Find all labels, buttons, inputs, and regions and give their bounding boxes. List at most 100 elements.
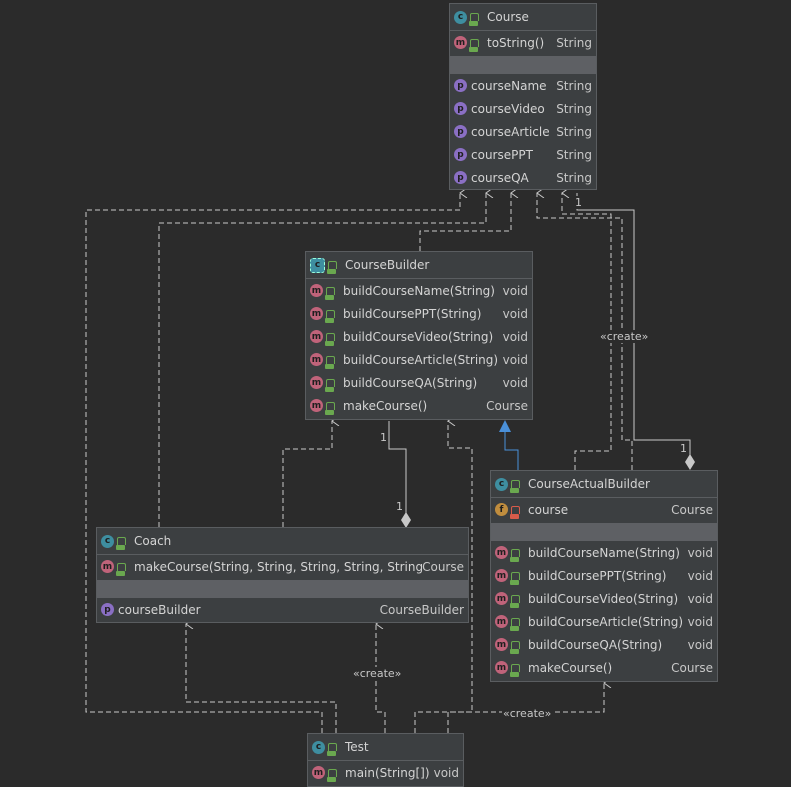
method-icon: m [310,330,323,343]
create-label-actual-course: «create» [599,330,650,343]
class-course-actual-builder[interactable]: c CourseActualBuilder f course Course m bui… [490,470,718,682]
method-row[interactable]: m makeCourse() Course [491,656,717,679]
class-icon: c [101,534,114,548]
class-icon: c [454,10,467,24]
public-icon [469,13,479,26]
public-icon [510,548,520,562]
private-lock-icon [510,505,520,519]
field-type: Course [671,502,713,517]
class-course[interactable]: c Course m toString() String p courseName… [449,3,597,190]
method-icon: m [495,569,508,582]
property-row[interactable]: p courseBuilder CourseBuilder [97,598,468,621]
runnable-class-icon: c [312,740,325,754]
method-type: void [687,637,713,652]
property-type: CourseBuilder [379,602,464,617]
method-icon: m [310,399,323,412]
method-icon: m [454,36,467,49]
property-icon: p [101,603,114,616]
method-name: toString() [487,35,545,50]
method-row[interactable]: m makeCourse() Course [306,394,532,417]
class-test[interactable]: c Test m main(String[]) void [307,733,464,787]
class-header-coach[interactable]: c Coach [97,528,468,555]
class-header-course[interactable]: c Course [450,4,596,31]
method-type: void [433,765,459,780]
class-icon: c [495,477,508,491]
property-icon: p [454,102,467,115]
property-type: String [556,101,592,116]
method-icon: m [495,661,508,674]
aggregation-diamond-coach [401,512,411,528]
method-name: buildCourseVideo(String) [528,591,679,606]
method-name: buildCoursePPT(String) [343,306,482,321]
property-row[interactable]: p courseVideo String [450,97,596,120]
edge-builder-course [419,193,511,251]
method-row[interactable]: m buildCourseQA(String) void [491,633,717,656]
method-icon: m [310,307,323,320]
method-type: void [687,545,713,560]
class-header-course-builder[interactable]: c CourseBuilder [306,252,532,279]
property-name: courseVideo [471,101,545,116]
class-header-test[interactable]: c Test [308,734,463,761]
property-icon: p [454,148,467,161]
multiplicity-builder-end: 1 [379,431,388,444]
property-type: String [556,147,592,162]
method-row[interactable]: m buildCourseArticle(String) void [306,348,532,371]
property-name: courseArticle [471,124,550,139]
property-name: courseBuilder [118,602,201,617]
multiplicity-actual-end: 1 [679,442,688,455]
property-name: courseQA [471,170,529,185]
property-type: String [556,124,592,139]
property-name: courseName [471,78,547,93]
method-row[interactable]: m buildCourseQA(String) void [306,371,532,394]
class-header-course-actual-builder[interactable]: c CourseActualBuilder [491,471,717,498]
method-row[interactable]: m buildCoursePPT(String) void [491,564,717,587]
method-row[interactable]: m buildCourseName(String) void [491,541,717,564]
edge-test-coach [186,624,337,733]
property-row[interactable]: p courseQA String [450,166,596,189]
method-row[interactable]: m buildCourseName(String) void [306,279,532,302]
method-row[interactable]: m buildCourseArticle(String) void [491,610,717,633]
inheritance-line [504,432,519,470]
method-name: buildCourseName(String) [343,283,495,298]
field-name: course [528,502,569,517]
create-label-test-actual: «create» [502,707,553,720]
public-icon [325,355,335,369]
property-row[interactable]: p courseArticle String [450,120,596,143]
property-icon: p [454,171,467,184]
public-icon [325,401,335,415]
public-icon [510,480,520,493]
method-row[interactable]: m toString() String [450,31,596,54]
method-row[interactable]: m makeCourse(String, String, String, Stri… [97,555,468,578]
method-type: Course [422,559,464,574]
aggregation-actual-course [576,193,691,456]
method-type: void [687,568,713,583]
public-icon [325,309,335,323]
public-icon [510,594,520,608]
method-row[interactable]: m buildCoursePPT(String) void [306,302,532,325]
property-type: String [556,170,592,185]
property-row[interactable]: p coursePPT String [450,143,596,166]
public-icon [510,617,520,631]
method-icon: m [310,353,323,366]
method-row[interactable]: m buildCourseVideo(String) void [491,587,717,610]
field-icon: f [495,503,508,516]
class-course-builder[interactable]: c CourseBuilder m buildCourseName(String)… [305,251,533,420]
method-row[interactable]: m buildCourseVideo(String) void [306,325,532,348]
method-name: buildCourseArticle(String) [343,352,499,367]
public-icon [510,571,520,585]
public-icon [327,768,337,782]
public-icon [510,640,520,654]
method-icon: m [310,376,323,389]
property-row[interactable]: p courseName String [450,74,596,97]
section-separator [491,523,717,541]
class-name: Coach [134,534,172,548]
method-type: void [687,591,713,606]
method-name: buildCoursePPT(String) [528,568,667,583]
abstract-class-icon: c [310,257,325,273]
multiplicity-course-end: 1 [574,196,583,209]
class-coach[interactable]: c Coach m makeCourse(String, String, Stri… [96,527,469,623]
method-type: String [556,35,592,50]
method-row[interactable]: m main(String[]) void [308,761,463,784]
field-row[interactable]: f course Course [491,498,717,521]
method-type: void [687,614,713,629]
